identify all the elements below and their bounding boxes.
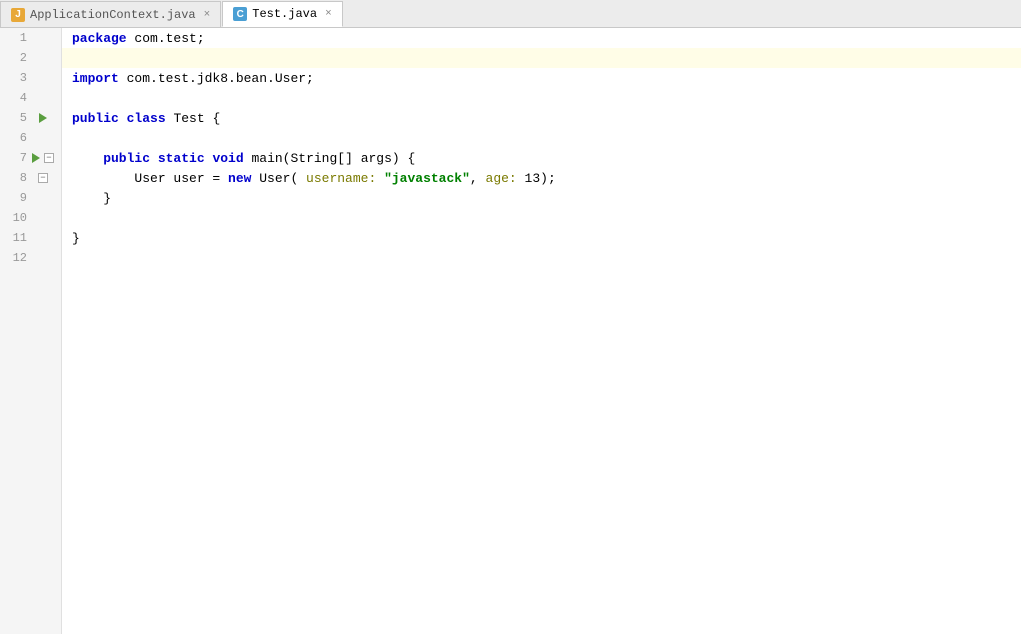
token-kw: void	[212, 151, 243, 166]
code-line-10	[62, 208, 1021, 228]
code-line-4	[62, 88, 1021, 108]
code-line-7: public static void main(String[] args) {	[62, 148, 1021, 168]
token-named-param: username:	[306, 171, 376, 186]
line-number-8: 8	[0, 171, 35, 185]
line-number-2: 2	[0, 51, 35, 65]
token-kw: new	[228, 171, 251, 186]
gutter-row-1: 1	[0, 28, 61, 48]
line-number-10: 10	[0, 211, 35, 225]
gutter-row-12: 12	[0, 248, 61, 268]
gutter-icon-5[interactable]	[35, 113, 51, 123]
tab-close-application-context[interactable]: ×	[204, 9, 211, 21]
line-number-7: 7	[0, 151, 35, 165]
line-number-9: 9	[0, 191, 35, 205]
code-area[interactable]: package com.test; import com.test.jdk8.be…	[62, 28, 1021, 634]
code-line-2	[62, 48, 1021, 68]
token-kw: public	[72, 151, 150, 166]
gutter-row-6: 6	[0, 128, 61, 148]
token-normal: main(String[] args) {	[244, 151, 416, 166]
line-number-5: 5	[0, 111, 35, 125]
code-line-5: public class Test {	[62, 108, 1021, 128]
line-number-4: 4	[0, 91, 35, 105]
code-line-3: import com.test.jdk8.bean.User;	[62, 68, 1021, 88]
token-kw: package	[72, 31, 127, 46]
tab-icon-test-java: C	[233, 7, 247, 21]
tab-label-test-java: Test.java	[252, 7, 317, 21]
code-line-6	[62, 128, 1021, 148]
tab-label-application-context: ApplicationContext.java	[30, 8, 196, 22]
gutter-row-8: 8−	[0, 168, 61, 188]
run-arrow-icon[interactable]	[39, 113, 47, 123]
editor: 1234567−8−9101112 package com.test;impor…	[0, 28, 1021, 634]
fold-close-icon[interactable]: −	[38, 173, 48, 183]
gutter-icon-7[interactable]: −	[35, 153, 51, 163]
gutter-row-3: 3	[0, 68, 61, 88]
tab-application-context[interactable]: J ApplicationContext.java ×	[0, 1, 221, 27]
token-kw: class	[127, 111, 166, 126]
token-normal	[119, 111, 127, 126]
tab-icon-application-context: J	[11, 8, 25, 22]
fold-open-icon[interactable]: −	[44, 153, 54, 163]
line-number-1: 1	[0, 31, 35, 45]
token-string: "javastack"	[384, 171, 470, 186]
gutter-row-5: 5	[0, 108, 61, 128]
gutter-icon-8[interactable]: −	[35, 173, 51, 183]
gutter-row-11: 11	[0, 228, 61, 248]
line-gutter: 1234567−8−9101112	[0, 28, 62, 634]
token-normal: 13);	[517, 171, 556, 186]
run-arrow-icon[interactable]	[32, 153, 40, 163]
code-lines: package com.test; import com.test.jdk8.be…	[62, 28, 1021, 268]
line-number-3: 3	[0, 71, 35, 85]
gutter-row-9: 9	[0, 188, 61, 208]
code-line-1: package com.test;	[62, 28, 1021, 48]
token-normal	[150, 151, 158, 166]
token-normal: ,	[470, 171, 486, 186]
token-normal: Test {	[166, 111, 221, 126]
tab-bar: J ApplicationContext.java × C Test.java ×	[0, 0, 1021, 28]
tab-close-test-java[interactable]: ×	[325, 8, 332, 20]
gutter-row-4: 4	[0, 88, 61, 108]
token-normal: com.test.jdk8.bean.User;	[119, 71, 314, 86]
code-line-8: User user = new User( username: "javasta…	[62, 168, 1021, 188]
token-normal: User(	[251, 171, 306, 186]
token-kw: import	[72, 71, 119, 86]
token-normal: User user =	[72, 171, 228, 186]
token-normal: }	[72, 231, 80, 246]
token-normal: com.test;	[127, 31, 205, 46]
tab-test-java[interactable]: C Test.java ×	[222, 1, 342, 27]
line-number-6: 6	[0, 131, 35, 145]
gutter-row-10: 10	[0, 208, 61, 228]
gutter-row-7: 7−	[0, 148, 61, 168]
token-normal	[205, 151, 213, 166]
line-number-11: 11	[0, 231, 35, 245]
token-kw: static	[158, 151, 205, 166]
gutter-row-2: 2	[0, 48, 61, 68]
token-kw: public	[72, 111, 119, 126]
code-line-11: }	[62, 228, 1021, 248]
code-line-9: }	[62, 188, 1021, 208]
code-line-12	[62, 248, 1021, 268]
line-number-12: 12	[0, 251, 35, 265]
token-named-param: age:	[486, 171, 517, 186]
token-normal	[376, 171, 384, 186]
token-normal: }	[72, 191, 111, 206]
